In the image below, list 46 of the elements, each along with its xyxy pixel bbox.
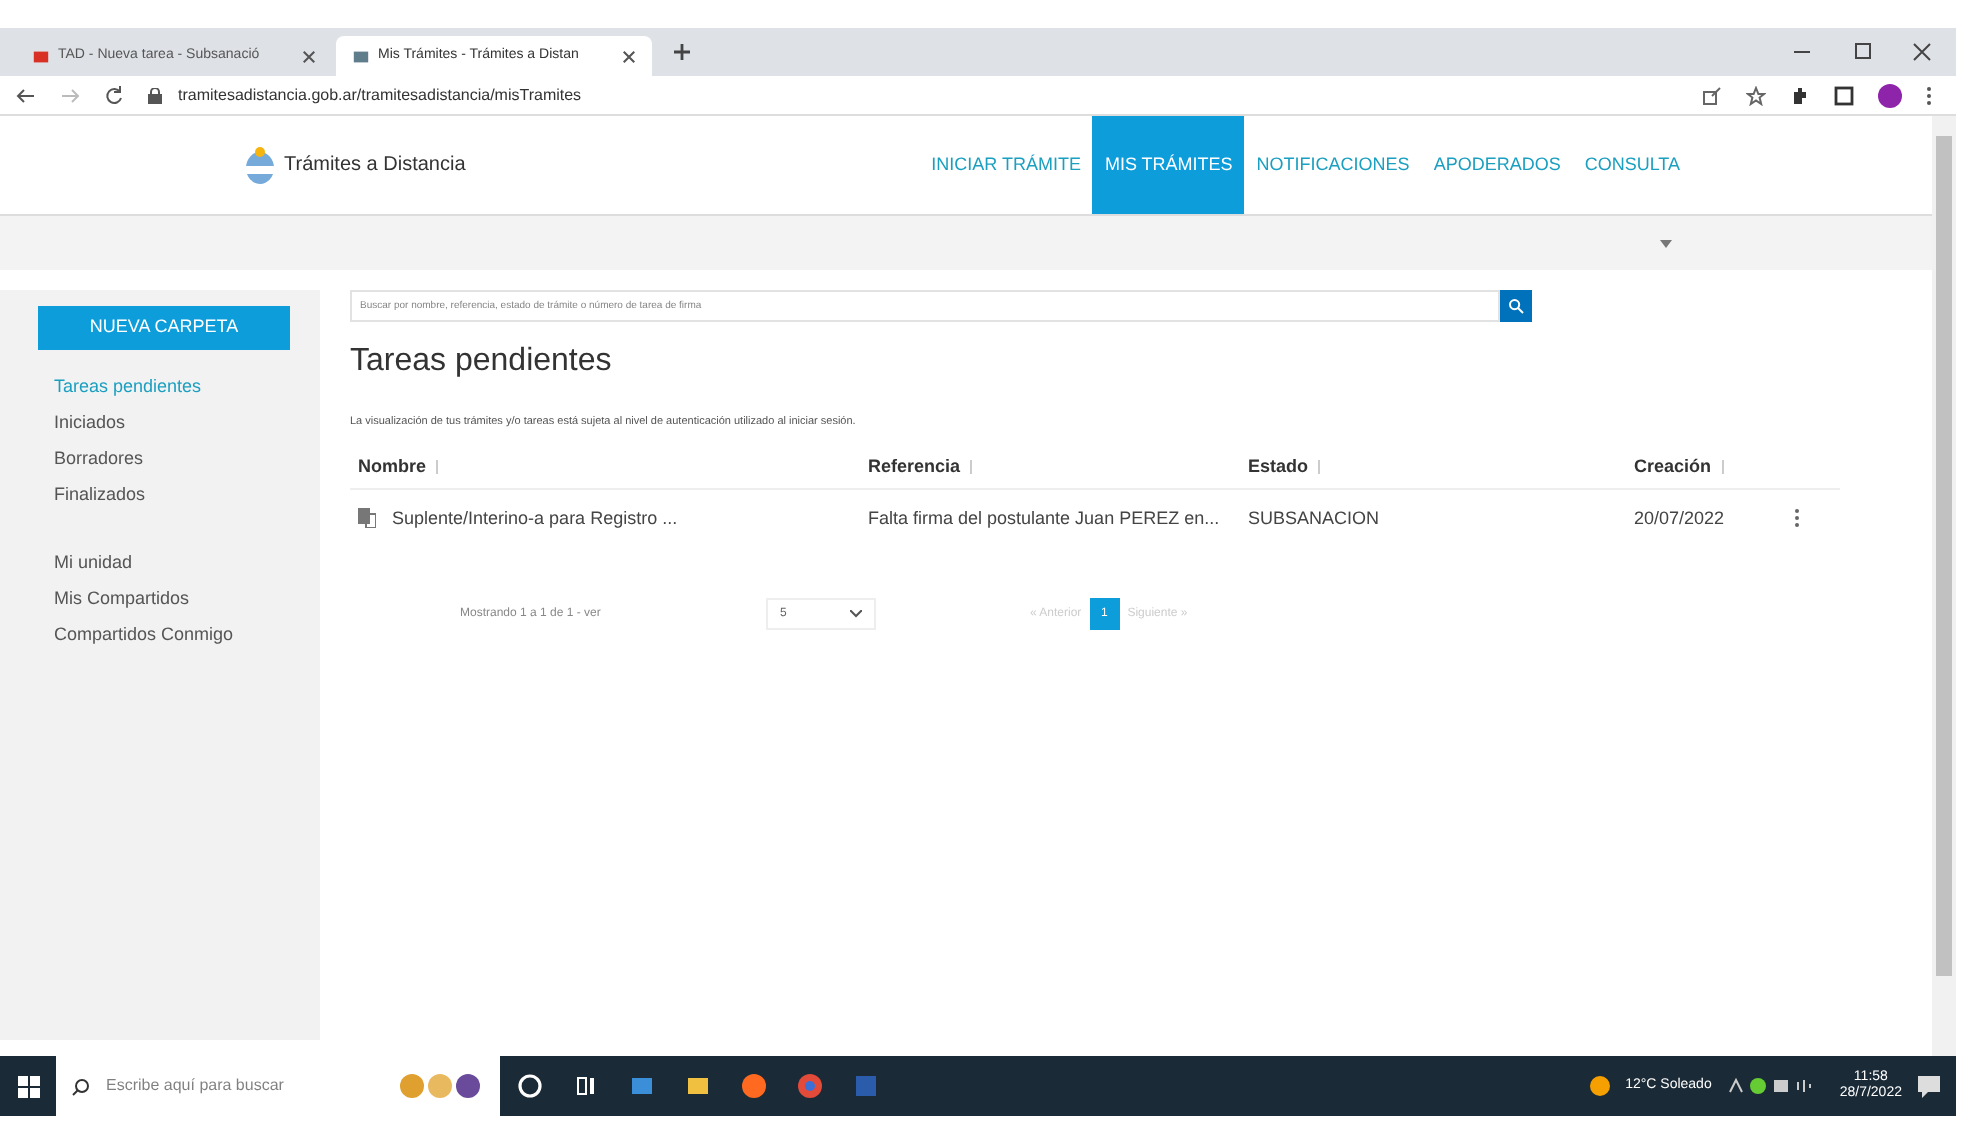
more-icon[interactable]: [1794, 508, 1800, 529]
sidebar-icon[interactable]: [1834, 85, 1854, 105]
windows-icon[interactable]: [17, 1075, 39, 1097]
column-header[interactable]: Estado: [1248, 454, 1309, 481]
sidebar-item[interactable]: Iniciados: [54, 410, 320, 446]
sidebar-item[interactable]: Finalizados: [54, 482, 320, 518]
moon-phases-icon[interactable]: [398, 1072, 482, 1100]
search-button[interactable]: [1500, 290, 1532, 322]
share-icon[interactable]: [1702, 85, 1722, 105]
notifications-icon[interactable]: [1918, 1075, 1940, 1097]
taskbar-search-box[interactable]: Escribe aquí para buscar: [56, 1056, 380, 1116]
table-cell: 20/07/2022: [1634, 507, 1725, 527]
column-header[interactable]: Nombre: [358, 454, 427, 481]
close-icon[interactable]: [1912, 42, 1932, 62]
page-heading: Tareas pendientes: [350, 342, 614, 382]
address-field[interactable]: tramitesadistancia.gob.ar/tramitesadistancia/misTramites: [178, 83, 582, 107]
search-icon: [72, 1077, 90, 1095]
site-title: Trámites a Distancia: [284, 152, 466, 180]
sidebar-item[interactable]: Mis Compartidos: [54, 586, 320, 622]
avatar-icon[interactable]: [1878, 83, 1902, 107]
sun-icon: [1589, 1076, 1610, 1096]
close-icon[interactable]: [622, 49, 636, 63]
task-view-icon[interactable]: [572, 1072, 600, 1100]
sidebar-item[interactable]: Borradores: [54, 446, 320, 482]
reload-icon[interactable]: [104, 85, 124, 105]
puzzle-icon[interactable]: [1790, 85, 1810, 105]
restore-icon[interactable]: [1852, 42, 1872, 62]
caret-icon[interactable]: [1660, 239, 1672, 247]
new-tab-icon[interactable]: [672, 42, 692, 62]
document-icon: [358, 508, 376, 529]
menu-icon[interactable]: [1926, 85, 1932, 105]
sidebar-item[interactable]: Mi unidad: [54, 550, 320, 586]
star-icon[interactable]: [1746, 85, 1766, 105]
column-header[interactable]: Referencia: [868, 454, 961, 481]
scrollbar[interactable]: [1932, 116, 1956, 1056]
table-cell: Falta firma del postulante Juan PEREZ en...: [868, 507, 1220, 527]
sidebar-item[interactable]: Compartidos Conmigo: [54, 622, 320, 658]
chevron-icon: [850, 610, 862, 619]
close-icon[interactable]: [302, 49, 316, 63]
column-header[interactable]: Creación: [1634, 454, 1712, 481]
taskbar-search-field[interactable]: Escribe aquí para buscar: [106, 1074, 346, 1098]
table-cell: Suplente/Interino-a para Registro ...: [392, 505, 678, 532]
lock-icon: [148, 87, 162, 103]
back-icon[interactable]: [16, 85, 36, 105]
search-icon: [1508, 298, 1524, 314]
table-cell: SUBSANACION: [1248, 507, 1380, 527]
